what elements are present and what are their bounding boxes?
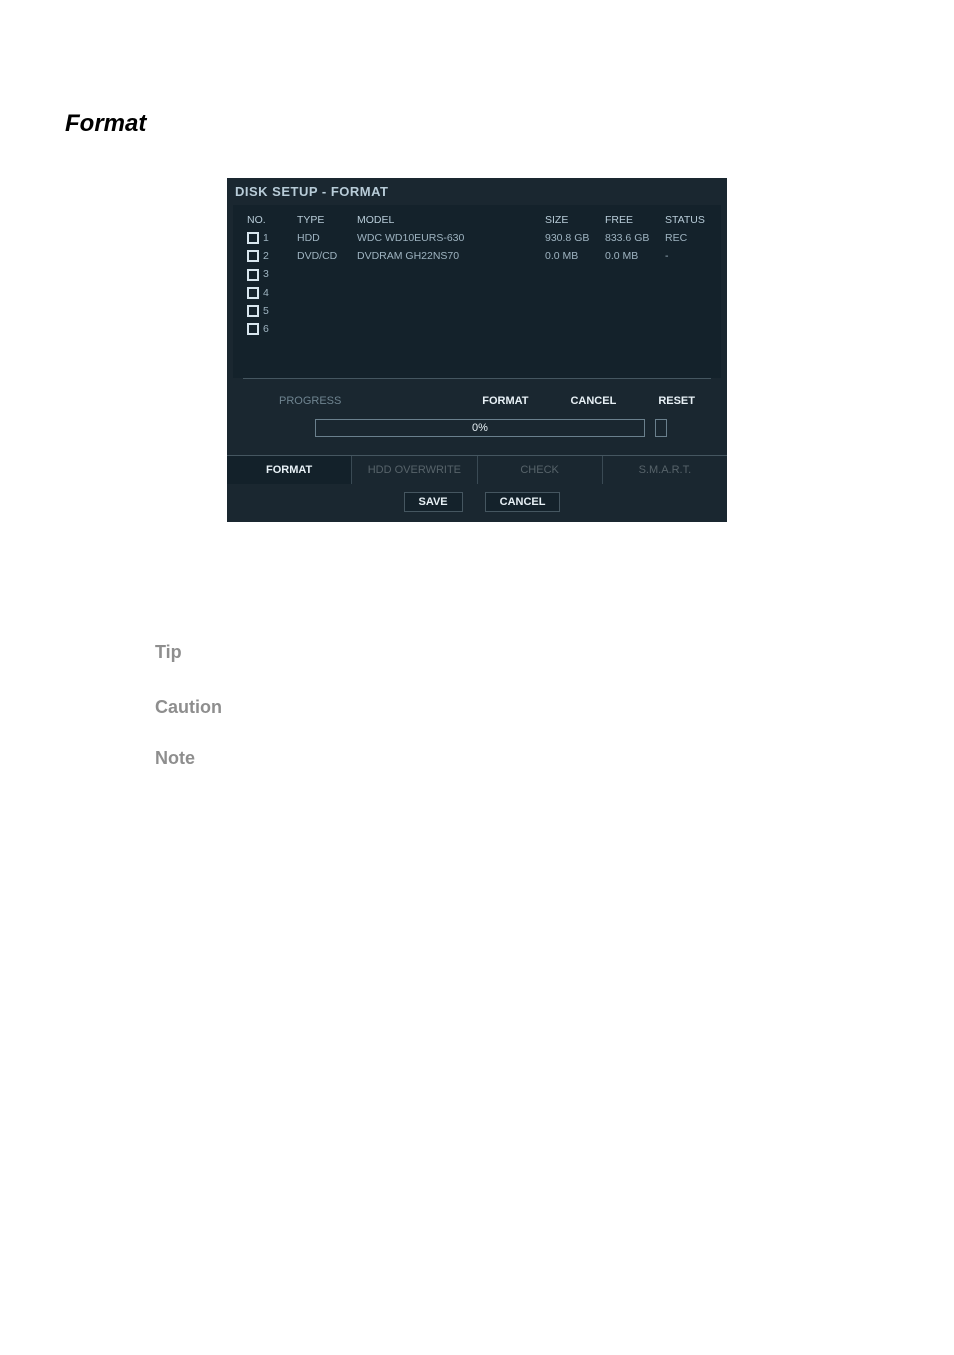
row-no: 5 [263, 305, 269, 317]
row-type: HDD [293, 229, 353, 247]
format-button[interactable]: FORMAT [466, 389, 544, 413]
row-no: 3 [263, 268, 269, 280]
table-row: 3 [243, 265, 711, 283]
section-title: Format [65, 110, 889, 138]
row-free: 833.6 GB [601, 229, 661, 247]
row-no: 2 [263, 250, 269, 262]
progress-bar: 0% [315, 419, 645, 437]
note-block: Note [65, 748, 889, 769]
tab-format[interactable]: FORMAT [227, 456, 352, 484]
tip-heading: Tip [155, 642, 889, 663]
caution-block: Caution [65, 697, 889, 718]
table-row: 6 [243, 320, 711, 338]
row-status: REC [661, 229, 711, 247]
row-no: 6 [263, 323, 269, 335]
row-type: DVD/CD [293, 247, 353, 265]
cancel-format-button[interactable]: CANCEL [554, 389, 632, 413]
tip-block: Tip [65, 642, 889, 663]
disk-table: NO. TYPE MODEL SIZE FREE STATUS 1 HDD WD… [243, 211, 711, 338]
checkbox-icon[interactable] [247, 250, 259, 262]
header-status: STATUS [661, 211, 711, 229]
table-row: 2 DVD/CD DVDRAM GH22NS70 0.0 MB 0.0 MB - [243, 247, 711, 265]
checkbox-icon[interactable] [247, 287, 259, 299]
header-type: TYPE [293, 211, 353, 229]
progress-label: PROGRESS [243, 395, 456, 407]
progress-end-box [655, 419, 667, 437]
row-no: 1 [263, 232, 269, 244]
save-button[interactable]: SAVE [404, 492, 463, 512]
tab-hdd-overwrite[interactable]: HDD OVERWRITE [352, 456, 477, 484]
table-row: 5 [243, 302, 711, 320]
progress-wrap: 0% [227, 415, 727, 455]
row-no: 4 [263, 287, 269, 299]
progress-text: 0% [472, 422, 488, 434]
bottom-row: SAVE CANCEL [227, 484, 727, 522]
tabs: FORMAT HDD OVERWRITE CHECK S.M.A.R.T. [227, 455, 727, 484]
row-size: 930.8 GB [541, 229, 601, 247]
checkbox-icon[interactable] [247, 269, 259, 281]
checkbox-icon[interactable] [247, 305, 259, 317]
checkbox-icon[interactable] [247, 232, 259, 244]
header-model: MODEL [353, 211, 541, 229]
dialog-title: DISK SETUP - FORMAT [227, 178, 727, 205]
note-heading: Note [155, 748, 889, 769]
tab-smart[interactable]: S.M.A.R.T. [603, 456, 727, 484]
disk-setup-dialog: DISK SETUP - FORMAT NO. TYPE MODEL SIZE … [227, 178, 727, 522]
caution-heading: Caution [155, 697, 889, 718]
cancel-button[interactable]: CANCEL [485, 492, 561, 512]
row-size: 0.0 MB [541, 247, 601, 265]
row-model: WDC WD10EURS-630 [353, 229, 541, 247]
row-free: 0.0 MB [601, 247, 661, 265]
action-row: PROGRESS FORMAT CANCEL RESET [227, 379, 727, 415]
row-model: DVDRAM GH22NS70 [353, 247, 541, 265]
disk-table-wrap: NO. TYPE MODEL SIZE FREE STATUS 1 HDD WD… [233, 205, 721, 378]
header-no: NO. [243, 211, 293, 229]
row-status: - [661, 247, 711, 265]
tab-check[interactable]: CHECK [478, 456, 603, 484]
checkbox-icon[interactable] [247, 323, 259, 335]
reset-button[interactable]: RESET [642, 389, 711, 413]
header-free: FREE [601, 211, 661, 229]
table-row: 1 HDD WDC WD10EURS-630 930.8 GB 833.6 GB… [243, 229, 711, 247]
table-row: 4 [243, 284, 711, 302]
header-size: SIZE [541, 211, 601, 229]
